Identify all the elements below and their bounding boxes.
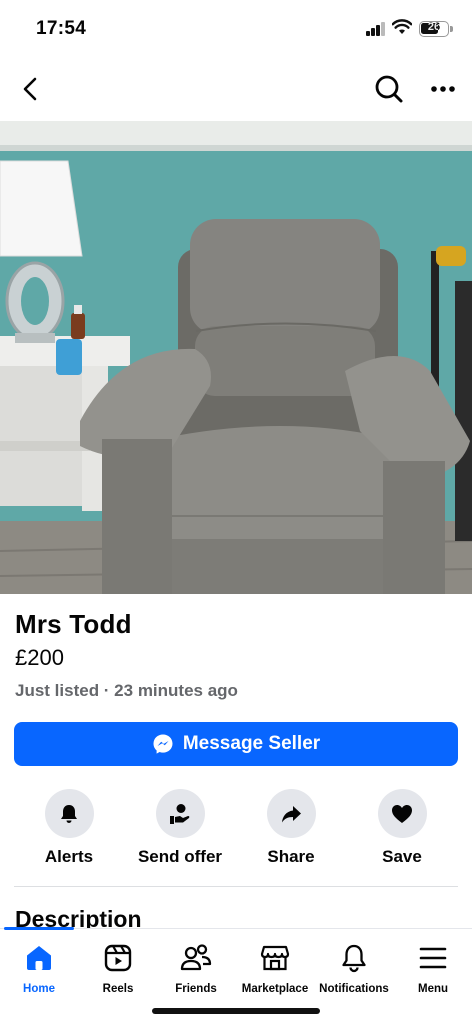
messenger-icon (153, 734, 173, 754)
chevron-left-icon (23, 77, 37, 101)
listing-time: Just listed · 23 minutes ago (15, 681, 238, 700)
tab-home-label: Home (23, 983, 55, 995)
listing-price: £200 (15, 645, 64, 670)
active-tab-indicator (4, 927, 74, 930)
tab-home[interactable]: Home (0, 941, 79, 1001)
back-button[interactable] (14, 72, 48, 106)
divider (14, 886, 458, 887)
tab-reels-label: Reels (102, 983, 134, 995)
battery-icon: 26 (419, 21, 449, 37)
tab-friends[interactable]: Friends (156, 941, 236, 1001)
alerts-label: Alerts (44, 847, 94, 866)
alerts-button[interactable]: Alerts (14, 789, 124, 869)
tab-notifications[interactable]: Notifications (314, 941, 394, 1001)
recliner-chair-image (0, 121, 472, 594)
message-seller-button[interactable]: Message Seller (14, 722, 458, 766)
share-label: Share (267, 847, 315, 866)
tab-friends-label: Friends (175, 983, 217, 995)
battery-level: 26 (427, 21, 441, 33)
cellular-signal-icon (366, 22, 386, 36)
search-button[interactable] (372, 72, 406, 106)
listing-title: Mrs Todd (15, 609, 132, 639)
wifi-icon (391, 19, 413, 35)
ellipsis-icon (431, 86, 455, 92)
listing-actions: Alerts Send offer Share Save (14, 789, 458, 869)
reels-icon (104, 944, 132, 972)
save-button[interactable]: Save (347, 789, 457, 869)
send-offer-label: Send offer (137, 847, 223, 866)
status-time: 17:54 (36, 18, 87, 39)
home-icon (27, 946, 51, 970)
send-offer-icon (170, 803, 190, 824)
bell-icon (342, 944, 366, 973)
bell-icon (61, 804, 77, 823)
menu-icon (419, 947, 447, 969)
share-icon (282, 805, 301, 822)
marketplace-icon (260, 945, 290, 971)
tab-menu-label: Menu (417, 983, 449, 995)
message-seller-label: Message Seller (182, 733, 321, 754)
status-bar: 17:54 26 (0, 0, 472, 60)
save-label: Save (382, 847, 422, 866)
heart-icon (392, 804, 412, 823)
tab-reels[interactable]: Reels (78, 941, 158, 1001)
search-icon (375, 75, 403, 103)
tab-notifications-label: Notifications (319, 983, 389, 995)
friends-icon (180, 944, 212, 971)
tab-marketplace-label: Marketplace (241, 983, 309, 995)
share-button[interactable]: Share (236, 789, 346, 869)
send-offer-button[interactable]: Send offer (125, 789, 235, 869)
tab-marketplace[interactable]: Marketplace (235, 941, 315, 1001)
tab-menu[interactable]: Menu (393, 941, 472, 1001)
listing-photo[interactable] (0, 121, 472, 594)
home-indicator (152, 1008, 320, 1014)
more-options-button[interactable] (426, 72, 460, 106)
